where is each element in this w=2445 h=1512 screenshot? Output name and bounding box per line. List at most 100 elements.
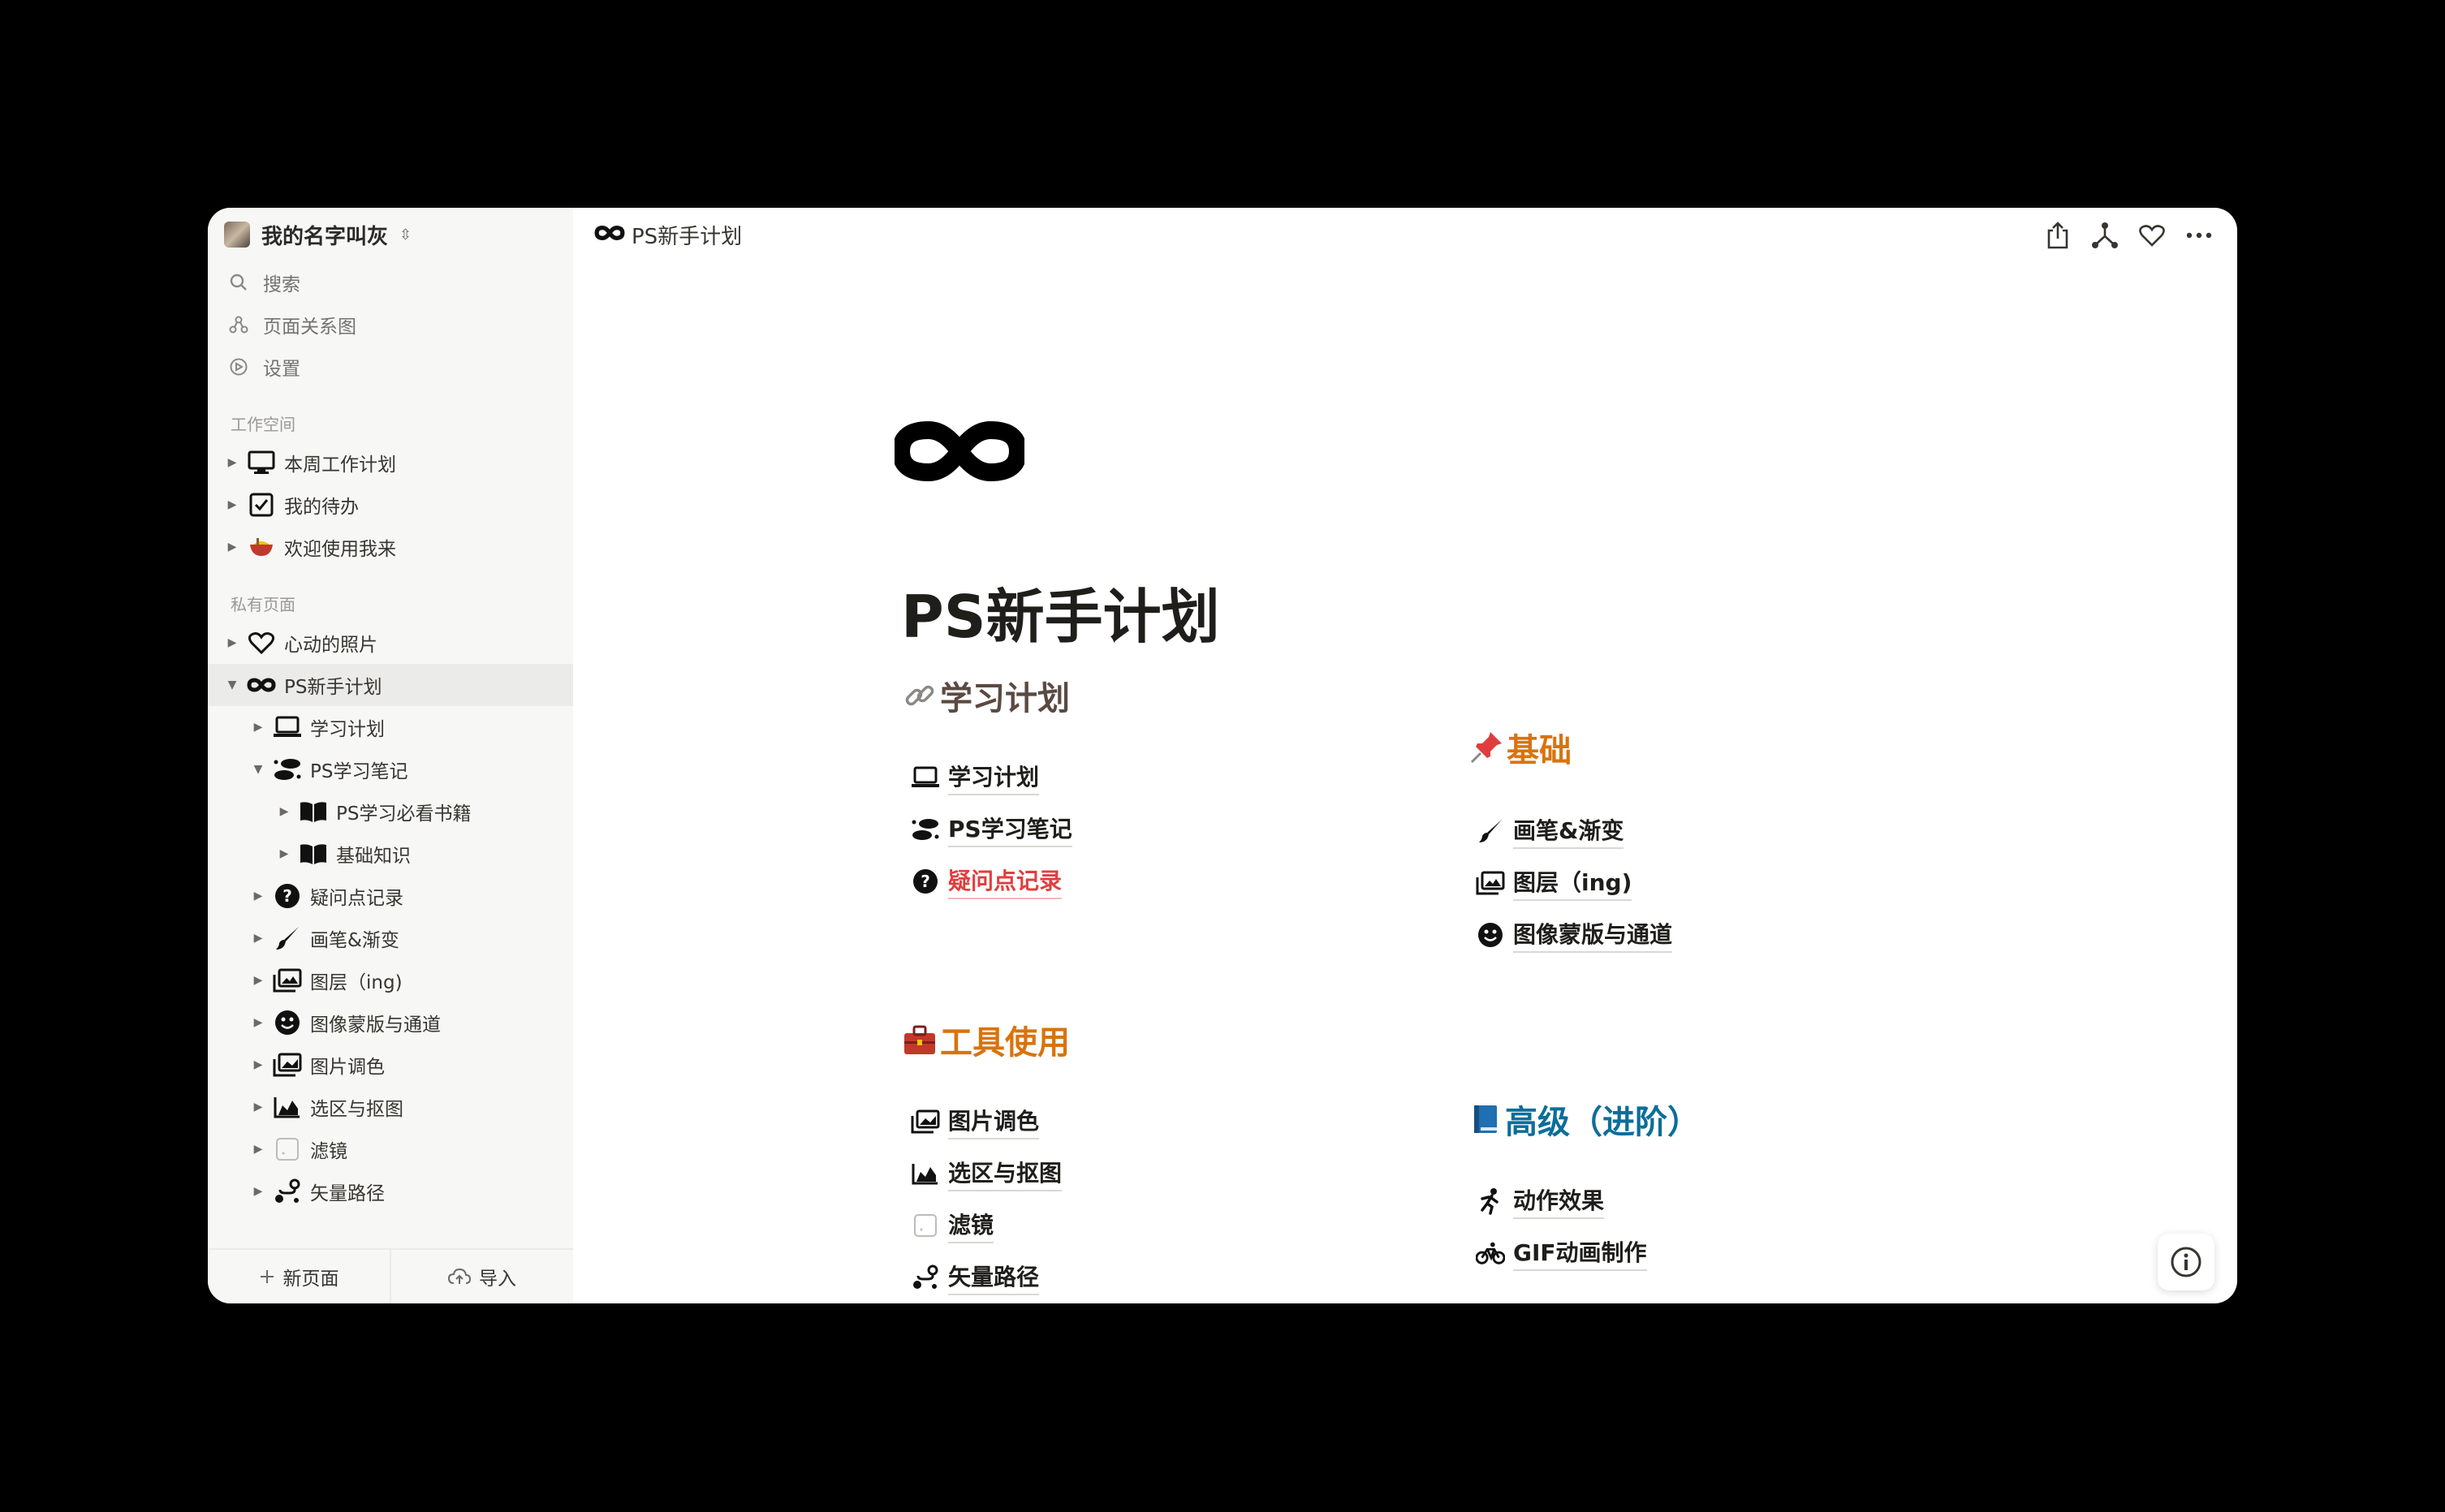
topbar: PS新手计划: [573, 208, 2237, 261]
sidebar-item-selection[interactable]: ▶ 选区与抠图: [208, 1086, 573, 1128]
route-icon: [273, 1177, 302, 1206]
sidebar-item-basics-knowledge[interactable]: ▶ 基础知识: [208, 833, 573, 875]
graph-button[interactable]: [2081, 218, 2128, 253]
page-link-filters[interactable]: 滤镜: [911, 1200, 1062, 1251]
sidebar-item-layers[interactable]: ▶ 图层（ing): [208, 959, 573, 1002]
nav-page-graph-label: 页面关系图: [263, 317, 356, 338]
page-link-label: GIF动画制作: [1513, 1235, 1647, 1271]
expand-triangle-icon[interactable]: ▶: [250, 721, 266, 734]
sidebar-item-ps-notes[interactable]: ▼ PS学习笔记: [208, 748, 573, 790]
expand-triangle-icon[interactable]: ▶: [224, 456, 240, 469]
import-button[interactable]: 导入: [390, 1250, 573, 1303]
favorite-button[interactable]: [2128, 218, 2175, 253]
filter-icon: [911, 1211, 940, 1240]
toolbox-icon: [903, 1023, 937, 1056]
sidebar-item-label: 选区与抠图: [310, 1099, 403, 1120]
sidebar-item-label: 图像蒙版与通道: [310, 1014, 441, 1036]
sidebar-item-label: 学习计划: [310, 719, 385, 740]
page-link-vector-path[interactable]: 矢量路径: [911, 1251, 1062, 1303]
sidebar-item-label: PS学习笔记: [310, 761, 408, 782]
nav-search[interactable]: 搜索: [208, 261, 573, 304]
infinity-icon: [247, 670, 276, 700]
page-link-selection[interactable]: 选区与抠图: [911, 1148, 1063, 1200]
study-links: 学习计划 PS学习笔记 ? 疑问点记录: [911, 752, 1072, 907]
book-icon: [299, 797, 328, 826]
sidebar-item-label: 画笔&渐变: [310, 930, 399, 951]
page-link-questions[interactable]: ? 疑问点记录: [911, 855, 1072, 907]
sidebar-item-mask-channel[interactable]: ▶ 图像蒙版与通道: [208, 1002, 573, 1044]
section-heading-basics-text: 基础: [1507, 732, 1572, 769]
private-section-title: 私有页面: [231, 595, 295, 614]
expand-triangle-icon[interactable]: ▶: [250, 1058, 266, 1071]
expand-triangle-icon[interactable]: ▶: [224, 541, 240, 554]
smile-icon: [273, 1008, 302, 1037]
bicycle-icon: [1476, 1238, 1505, 1268]
nav-settings[interactable]: 设置: [208, 346, 573, 388]
page-link-action-effects[interactable]: 动作效果: [1476, 1175, 1647, 1227]
page-link-brush-gradient[interactable]: 画笔&渐变: [1476, 805, 1672, 857]
page-link-label: PS学习笔记: [948, 812, 1072, 847]
page-link-mask-channel[interactable]: 图像蒙版与通道: [1476, 909, 1673, 961]
expand-triangle-icon[interactable]: ▶: [250, 1185, 266, 1198]
page-icon-infinity[interactable]: [891, 419, 1028, 487]
sidebar-item-color-grading[interactable]: ▶ 图片调色: [208, 1044, 573, 1086]
nav-page-graph[interactable]: 页面关系图: [208, 304, 573, 346]
desktop-icon: [247, 448, 276, 477]
page-link-layers[interactable]: 图层（ing): [1476, 857, 1672, 909]
sidebar-item-brush-gradient[interactable]: ▶ 画笔&渐变: [208, 917, 573, 959]
checkbox-icon: [247, 490, 276, 519]
sidebar-item-label: 矢量路径: [310, 1183, 385, 1204]
page-title[interactable]: PS新手计划: [901, 569, 1220, 654]
sidebar-item-welcome[interactable]: ▶ 欢迎使用我来: [208, 526, 573, 568]
more-button[interactable]: [2175, 218, 2223, 253]
share-button[interactable]: [2034, 218, 2081, 253]
question-icon: ?: [911, 867, 940, 896]
sidebar-item-heart-photos[interactable]: ▶ 心动的照片: [208, 622, 573, 664]
expand-triangle-icon[interactable]: ▶: [276, 805, 292, 818]
workspace-switcher[interactable]: 我的名字叫灰 ⇳: [208, 208, 573, 261]
sidebar-item-study-plan[interactable]: ▶ 学习计划: [208, 706, 573, 748]
images-icon: [1476, 868, 1505, 898]
page-link-ps-notes[interactable]: PS学习笔记: [911, 803, 1072, 855]
photo-icon: [911, 1107, 940, 1136]
expand-triangle-icon[interactable]: ▶: [250, 932, 266, 945]
sidebar-item-todo[interactable]: ▶ 我的待办: [208, 484, 573, 526]
search-icon: [227, 271, 250, 294]
expand-triangle-icon[interactable]: ▶: [224, 498, 240, 511]
laptop-icon: [273, 713, 302, 742]
route-icon: [911, 1263, 940, 1292]
breadcrumb[interactable]: PS新手计划: [632, 220, 742, 250]
expand-triangle-icon[interactable]: ▶: [250, 1101, 266, 1114]
expand-triangle-icon[interactable]: ▶: [250, 1143, 266, 1156]
bowl-icon: [247, 532, 276, 562]
sidebar-item-ps-plan[interactable]: ▼ PS新手计划: [208, 664, 573, 706]
infinity-icon: [594, 224, 625, 245]
page-link-label: 疑问点记录: [948, 864, 1063, 899]
collapse-triangle-icon[interactable]: ▼: [224, 678, 240, 691]
sidebar-item-filters[interactable]: ▶ 滤镜: [208, 1128, 573, 1170]
sidebar-item-must-read-books[interactable]: ▶ PS学习必看书籍: [208, 790, 573, 833]
info-button[interactable]: [2158, 1234, 2214, 1290]
sidebar-item-label: PS新手计划: [284, 677, 382, 698]
page-link-gif-animation[interactable]: GIF动画制作: [1476, 1227, 1647, 1279]
sidebar-item-label: 本周工作计划: [284, 454, 396, 476]
sidebar-item-questions[interactable]: ▶ ? 疑问点记录: [208, 875, 573, 917]
page-link-color-grading[interactable]: 图片调色: [911, 1096, 1062, 1148]
new-page-button[interactable]: 新页面: [208, 1250, 390, 1303]
share-icon: [2047, 222, 2068, 249]
sidebar-item-vector-path[interactable]: ▶ 矢量路径: [208, 1170, 573, 1213]
expand-triangle-icon[interactable]: ▶: [224, 636, 240, 649]
expand-triangle-icon[interactable]: ▶: [250, 974, 266, 987]
section-heading-tools-text: 工具使用: [940, 1024, 1070, 1062]
expand-triangle-icon[interactable]: ▶: [250, 1016, 266, 1029]
basics-links: 画笔&渐变 图层（ing) 图像蒙版与通道: [1476, 805, 1673, 961]
sidebar-footer: 新页面 导入: [208, 1248, 573, 1303]
page-link-study-plan[interactable]: 学习计划: [911, 752, 1072, 803]
sidebar-item-weekly-plan[interactable]: ▶ 本周工作计划: [208, 442, 573, 484]
footprints-icon: [273, 755, 302, 784]
app-window: 我的名字叫灰 ⇳ 搜索 页面关系图 设置 工作空间 ▶ 本周工作计划 ▶ 我的待…: [208, 208, 2237, 1303]
chevron-updown-icon: ⇳: [399, 226, 412, 243]
collapse-triangle-icon[interactable]: ▼: [250, 763, 266, 776]
expand-triangle-icon[interactable]: ▶: [276, 847, 292, 860]
expand-triangle-icon[interactable]: ▶: [250, 890, 266, 902]
